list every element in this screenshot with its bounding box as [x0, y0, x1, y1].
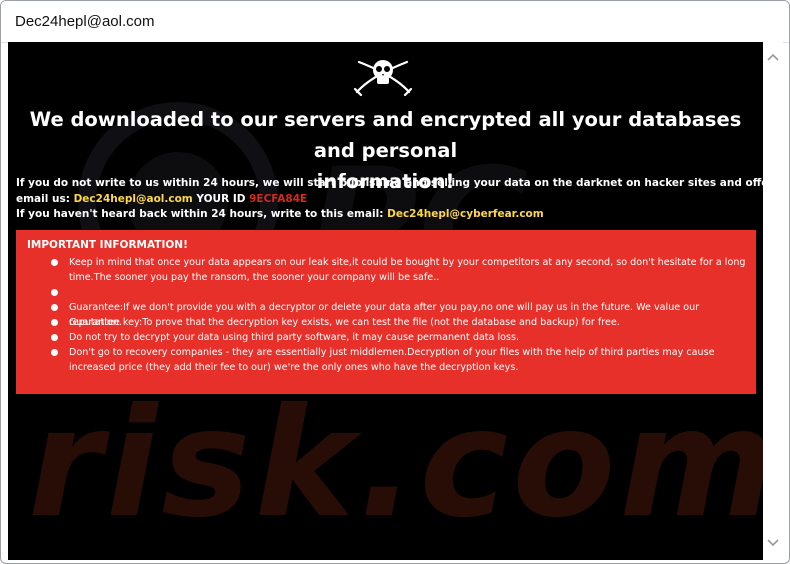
bullet-dot [51, 304, 58, 311]
contact-email: Dec24hepl@aol.com [73, 193, 193, 205]
chevron-down-icon[interactable] [766, 536, 780, 550]
bullet-dot [51, 259, 58, 266]
list-item-text: Guarantee key:To prove that the decrypti… [69, 317, 620, 328]
bullet-dot [51, 349, 58, 356]
vertical-scrollbar[interactable] [763, 42, 783, 560]
victim-id: 9ECFA84E [249, 193, 308, 205]
important-information-box: IMPORTANT INFORMATION! Keep in mind that… [16, 230, 756, 394]
watermark-text: risk.com [28, 377, 763, 551]
threat-text: If you do not write to us within 24 hour… [16, 177, 763, 189]
backup-contact-text: If you haven't heard back within 24 hour… [16, 208, 384, 220]
list-item-text: Keep in mind that once your data appears… [69, 257, 746, 283]
bullet-dot [51, 334, 58, 341]
ransom-note-content: PC risk.com We downloaded to our servers… [8, 42, 763, 560]
id-label: YOUR ID [196, 193, 246, 205]
contact-line: email us: Dec24hepl@aol.com YOUR ID 9ECF… [16, 193, 761, 205]
skull-crossed-swords-icon [353, 60, 413, 97]
bullet-dot [51, 289, 58, 296]
list-item-text: Don't go to recovery companies - they ar… [69, 347, 715, 373]
list-item-text: Do not try to decrypt your data using th… [69, 332, 520, 343]
important-title: IMPORTANT INFORMATION! [27, 239, 188, 251]
chevron-up-icon[interactable] [766, 50, 780, 64]
email-label: email us: [16, 193, 70, 205]
bullet-dot [51, 319, 58, 326]
backup-contact-line: If you haven't heard back within 24 hour… [16, 208, 761, 220]
title-bar: Dec24hepl@aol.com [1, 1, 789, 43]
headline-line-1: We downloaded to our servers and encrypt… [29, 108, 742, 162]
ransom-note-window: Dec24hepl@aol.com PC risk.com We downloa… [0, 0, 790, 564]
window-title: Dec24hepl@aol.com [15, 13, 155, 30]
backup-contact-email: Dec24hepl@cyberfear.com [387, 208, 544, 220]
